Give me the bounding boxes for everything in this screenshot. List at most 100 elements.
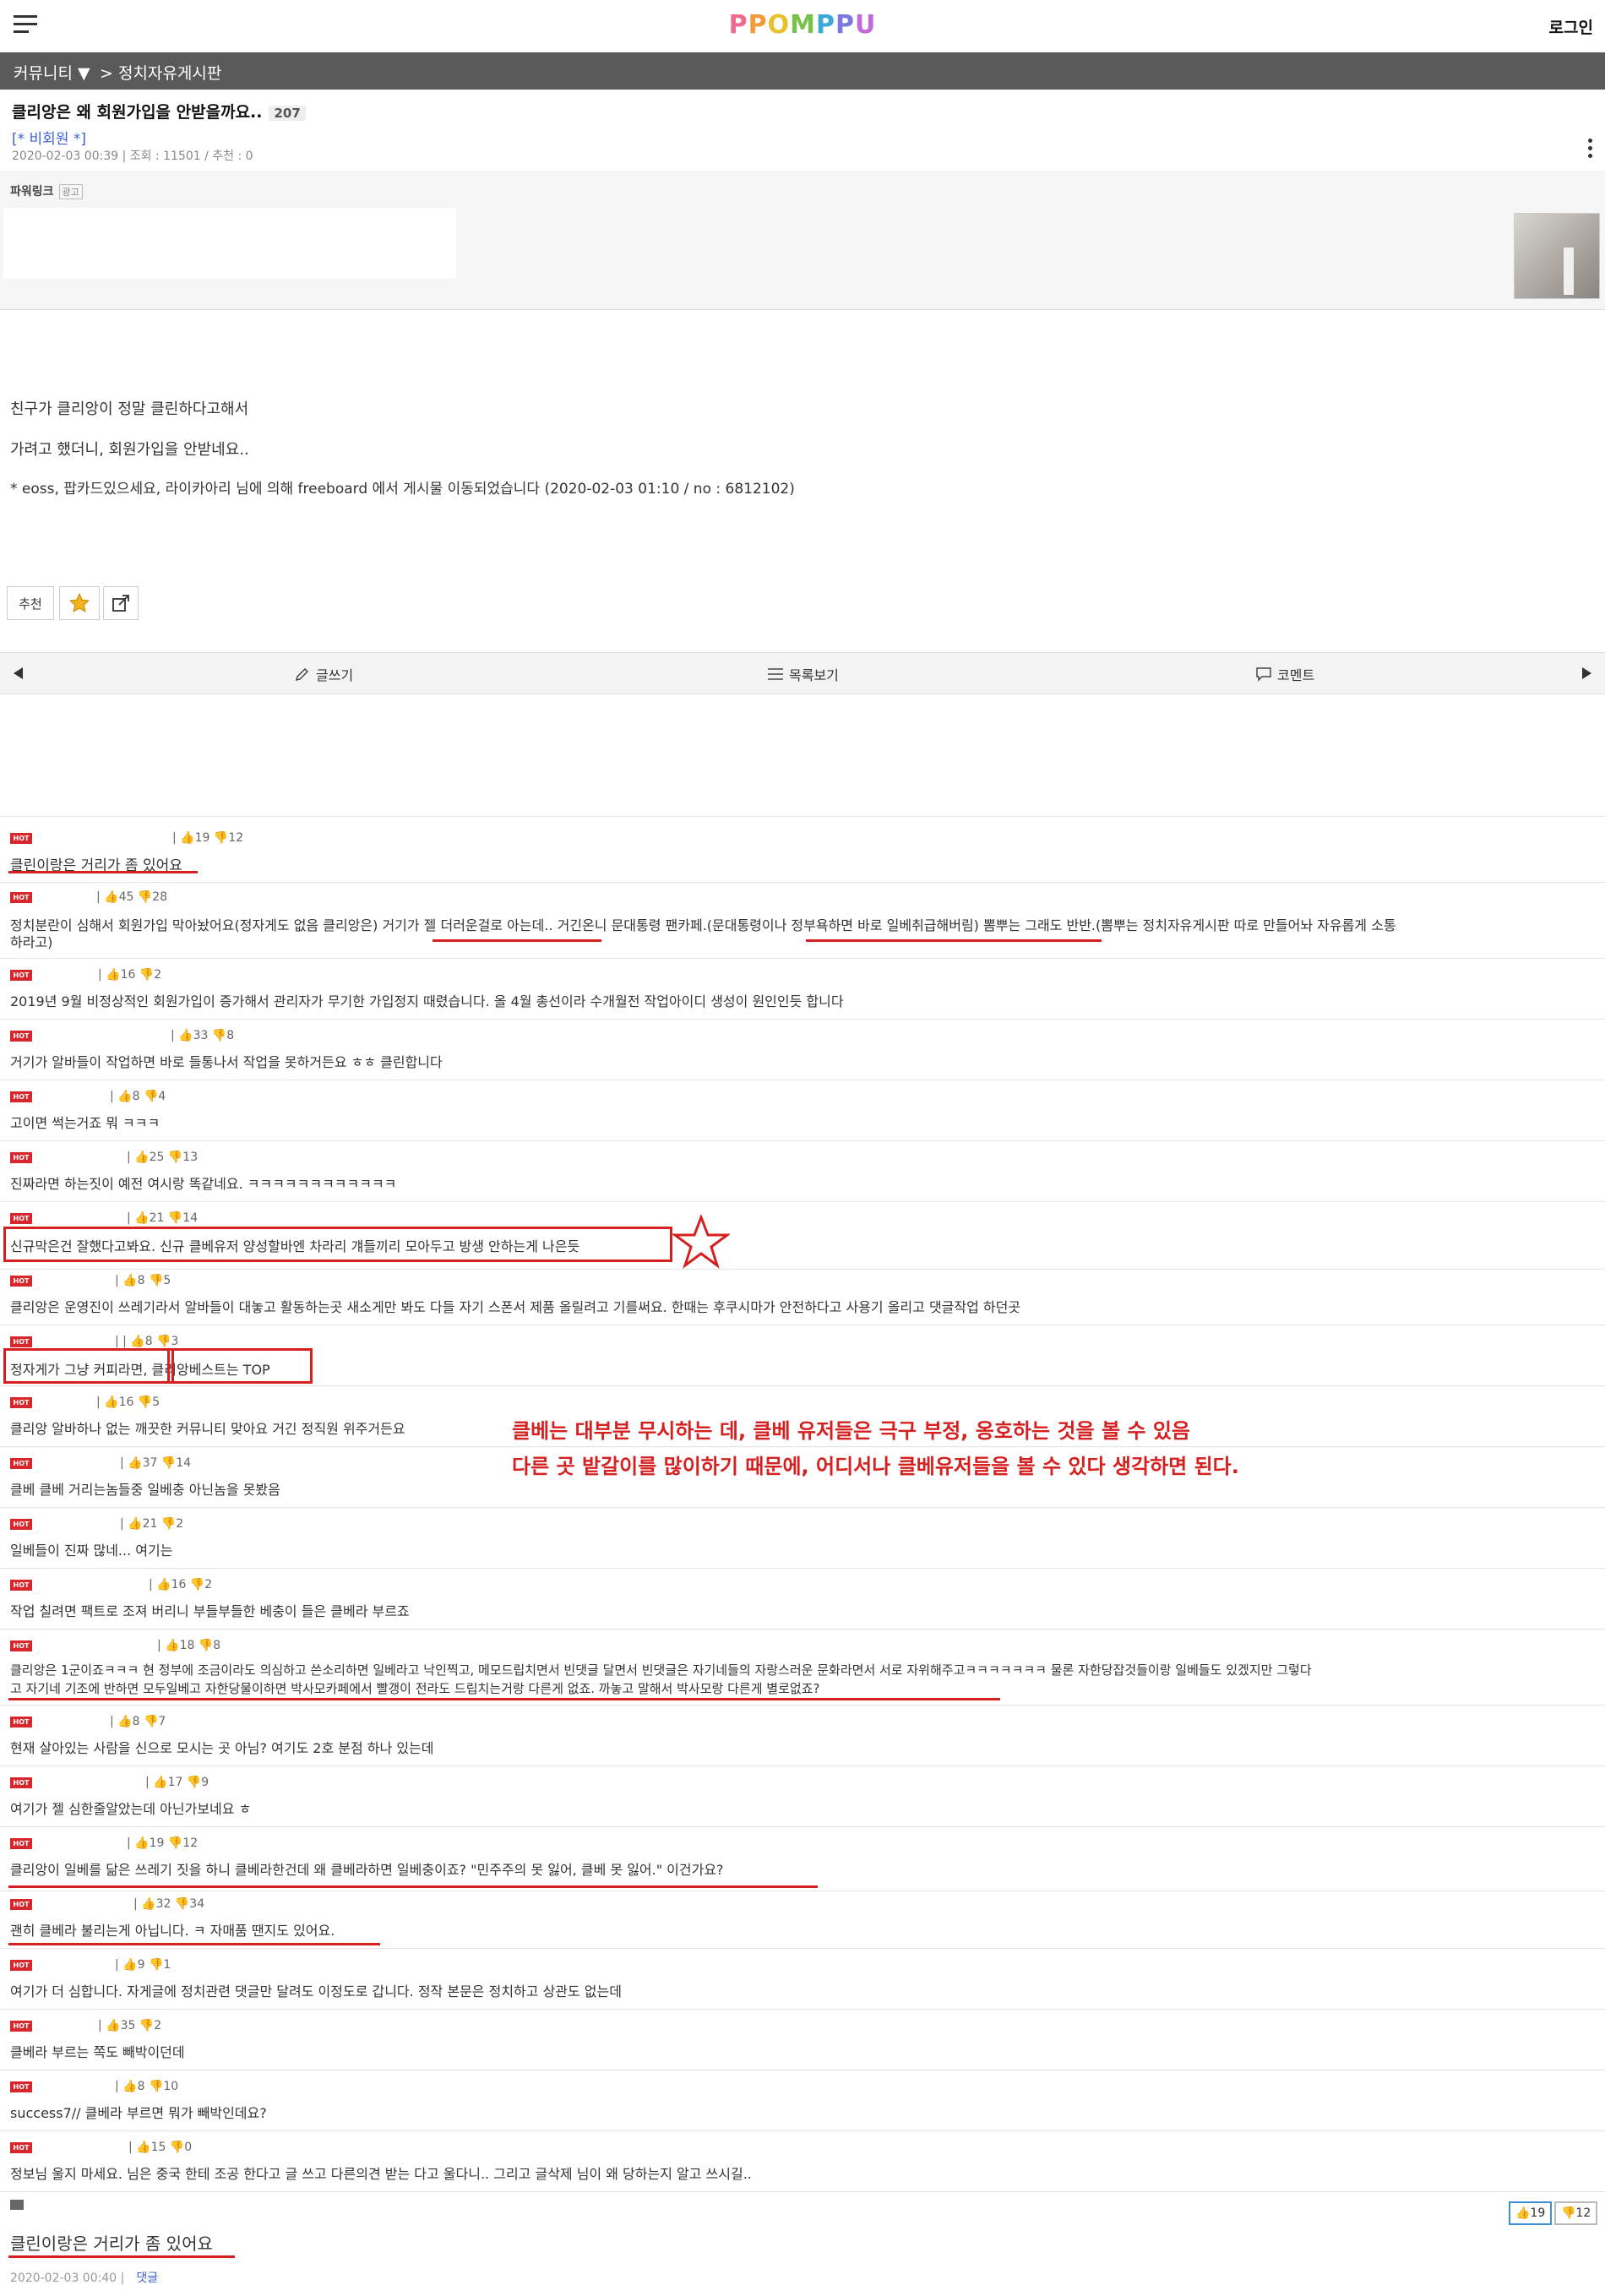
highlight-underline <box>8 871 198 873</box>
comment-meta: HOT | 👍35 👎2 <box>10 2019 161 2032</box>
divider <box>0 1269 1605 1270</box>
vote-counts[interactable]: | 👍32 👎34 <box>133 1897 204 1911</box>
ad-banner[interactable] <box>3 208 456 279</box>
share-button[interactable] <box>103 586 139 620</box>
highlight-underline <box>8 1943 380 1945</box>
vote-counts[interactable]: | 👍19 👎12 <box>127 1836 198 1850</box>
post-body-line: * eoss, 팝카드있으세요, 라이카아리 님에 의해 freeboard 에… <box>10 481 795 498</box>
comment-meta: HOT | 👍16 👎5 <box>10 1396 160 1409</box>
comment-text: success7// 클베라 부르면 뭐가 빼박인데요? <box>10 2105 267 2121</box>
comment-meta: HOT | 👍19 👎12 <box>10 831 243 845</box>
hot-badge: HOT <box>10 1579 32 1591</box>
comment-meta: HOT | 👍16 👎2 <box>10 1578 212 1591</box>
vote-counts[interactable]: | 👍16 👎2 <box>149 1578 212 1591</box>
post-meta: 2020-02-03 00:39 | 조회 : 11501 / 추천 : 0 <box>12 150 253 163</box>
hot-badge: HOT <box>10 1457 32 1469</box>
favorite-button[interactable] <box>59 586 100 620</box>
comment-meta: HOT | 👍15 👎0 <box>10 2141 192 2154</box>
vote-counts[interactable]: | 👍17 👎9 <box>145 1776 209 1789</box>
hot-badge: HOT <box>10 1898 32 1910</box>
list-button[interactable]: 목록보기 <box>767 664 839 684</box>
post-title-text: 클리앙은 왜 회원가입을 안받을까요.. <box>12 103 263 122</box>
hot-badge: HOT <box>10 832 32 844</box>
comment-icon <box>1256 667 1271 682</box>
ad-area: 파워링크 광고 <box>0 171 1605 310</box>
hot-badge: HOT <box>10 1151 32 1163</box>
breadcrumb-board[interactable]: > 정치자유게시판 <box>100 61 221 84</box>
vote-counts[interactable]: | 👍15 👎0 <box>128 2141 192 2154</box>
ad-thumbnail[interactable] <box>1514 213 1600 299</box>
upvote-button[interactable]: 👍19 <box>1509 2201 1553 2225</box>
comment-text-cont: 하라고) <box>10 934 53 950</box>
vote-counts[interactable]: | 👍18 👎8 <box>157 1639 220 1652</box>
post-title: 클리앙은 왜 회원가입을 안받을까요.. 207 <box>12 100 306 122</box>
hot-badge: HOT <box>10 1776 32 1788</box>
hot-badge: HOT <box>10 2141 32 2153</box>
comment-meta: HOT | 👍18 👎8 <box>10 1639 220 1652</box>
vote-counts[interactable]: | 👍8 👎7 <box>110 1715 166 1728</box>
list-icon <box>768 668 783 680</box>
hot-badge: HOT <box>10 1640 32 1651</box>
comment-text: 2019년 9월 비정상적인 회원가입이 증가해서 관리자가 무기한 가입정지 … <box>10 993 844 1009</box>
comment-meta: HOT | 👍17 👎9 <box>10 1776 209 1789</box>
reply-link[interactable]: 댓글 <box>136 2272 158 2285</box>
downvote-button[interactable]: 👎12 <box>1554 2201 1598 2225</box>
vote-counts[interactable]: | 👍21 👎2 <box>120 1517 183 1531</box>
login-button[interactable]: 로그인 <box>1549 15 1593 38</box>
divider <box>0 816 1605 817</box>
comment-text: 거기가 알바들이 작업하면 바로 들통나서 작업을 못하거든요 ㅎㅎ 클린합니다 <box>10 1054 443 1070</box>
vote-counts[interactable]: | 👍37 👎14 <box>120 1456 191 1470</box>
hot-badge: HOT <box>10 1518 32 1530</box>
highlight-underline <box>8 1698 1000 1700</box>
vote-counts[interactable]: | 👍33 👎8 <box>171 1029 234 1042</box>
vote-counts[interactable]: | 👍21 👎14 <box>127 1211 198 1225</box>
comment-meta: HOT | 👍25 👎13 <box>10 1151 198 1164</box>
share-icon <box>112 595 129 612</box>
hot-badge: HOT <box>10 1716 32 1727</box>
top-bar: PPOMPPU 로그인 <box>0 0 1605 52</box>
comment-text: 클리앙 알바하나 없는 깨끗한 커뮤니티 맞아요 거긴 정직원 위주거든요 <box>10 1421 405 1437</box>
hot-badge: HOT <box>10 2081 32 2092</box>
highlight-underline <box>433 939 601 942</box>
hot-badge: HOT <box>10 891 32 903</box>
vote-counts[interactable]: | 👍8 👎10 <box>115 2080 178 2093</box>
divider <box>0 1629 1605 1630</box>
more-options-icon[interactable] <box>1588 139 1593 161</box>
recommend-button[interactable]: 추천 <box>7 586 54 620</box>
comment-meta: HOT | 👍8 👎5 <box>10 1274 171 1287</box>
vote-counts[interactable]: | 👍16 👎2 <box>98 968 161 982</box>
prev-arrow-icon[interactable] <box>14 667 23 679</box>
next-arrow-icon[interactable] <box>1582 667 1591 679</box>
final-comment-meta: 2020-02-03 00:40 | 댓글 <box>10 2272 159 2285</box>
comment-meta: HOT | 👍21 👎2 <box>10 1517 183 1531</box>
star-mark-icon <box>672 1215 730 1269</box>
vote-counts[interactable]: | | 👍8 👎3 <box>115 1335 178 1348</box>
hot-badge: HOT <box>10 1837 32 1849</box>
comment-text: 고이면 썩는거죠 뭐 ㅋㅋㅋ <box>10 1115 160 1131</box>
divider <box>0 1446 1605 1447</box>
vote-counts[interactable]: | 👍8 👎4 <box>110 1090 166 1103</box>
write-label: 글쓰기 <box>316 667 354 683</box>
vote-counts[interactable]: | 👍45 👎28 <box>96 890 167 904</box>
write-button[interactable]: 글쓰기 <box>294 664 353 684</box>
site-logo[interactable]: PPOMPPU <box>0 10 1605 40</box>
vote-counts[interactable]: | 👍25 👎13 <box>127 1151 198 1164</box>
divider <box>0 1019 1605 1020</box>
divider <box>0 2009 1605 2010</box>
vote-counts[interactable]: | 👍19 👎12 <box>172 831 243 845</box>
vote-counts[interactable]: | 👍16 👎5 <box>96 1396 160 1409</box>
hot-badge: HOT <box>10 1396 32 1408</box>
hot-badge: HOT <box>10 1275 32 1287</box>
comment-meta: HOT | | 👍8 👎3 <box>10 1335 178 1348</box>
highlight-underline <box>8 1885 818 1888</box>
vote-counts[interactable]: | 👍35 👎2 <box>98 2019 161 2032</box>
comment-button[interactable]: 코멘트 <box>1255 664 1314 684</box>
breadcrumb: 커뮤니티 ▼ > 정치자유게시판 <box>0 52 1605 90</box>
divider <box>0 1948 1605 1949</box>
vote-counts[interactable]: | 👍8 👎5 <box>115 1274 171 1287</box>
hot-badge: HOT <box>10 969 32 981</box>
vote-counts[interactable]: | 👍9 👎1 <box>115 1958 171 1972</box>
post-author[interactable]: [* 비회원 *] <box>12 127 86 148</box>
breadcrumb-community[interactable]: 커뮤니티 ▼ <box>14 61 90 84</box>
comment-label: 코멘트 <box>1277 667 1315 683</box>
